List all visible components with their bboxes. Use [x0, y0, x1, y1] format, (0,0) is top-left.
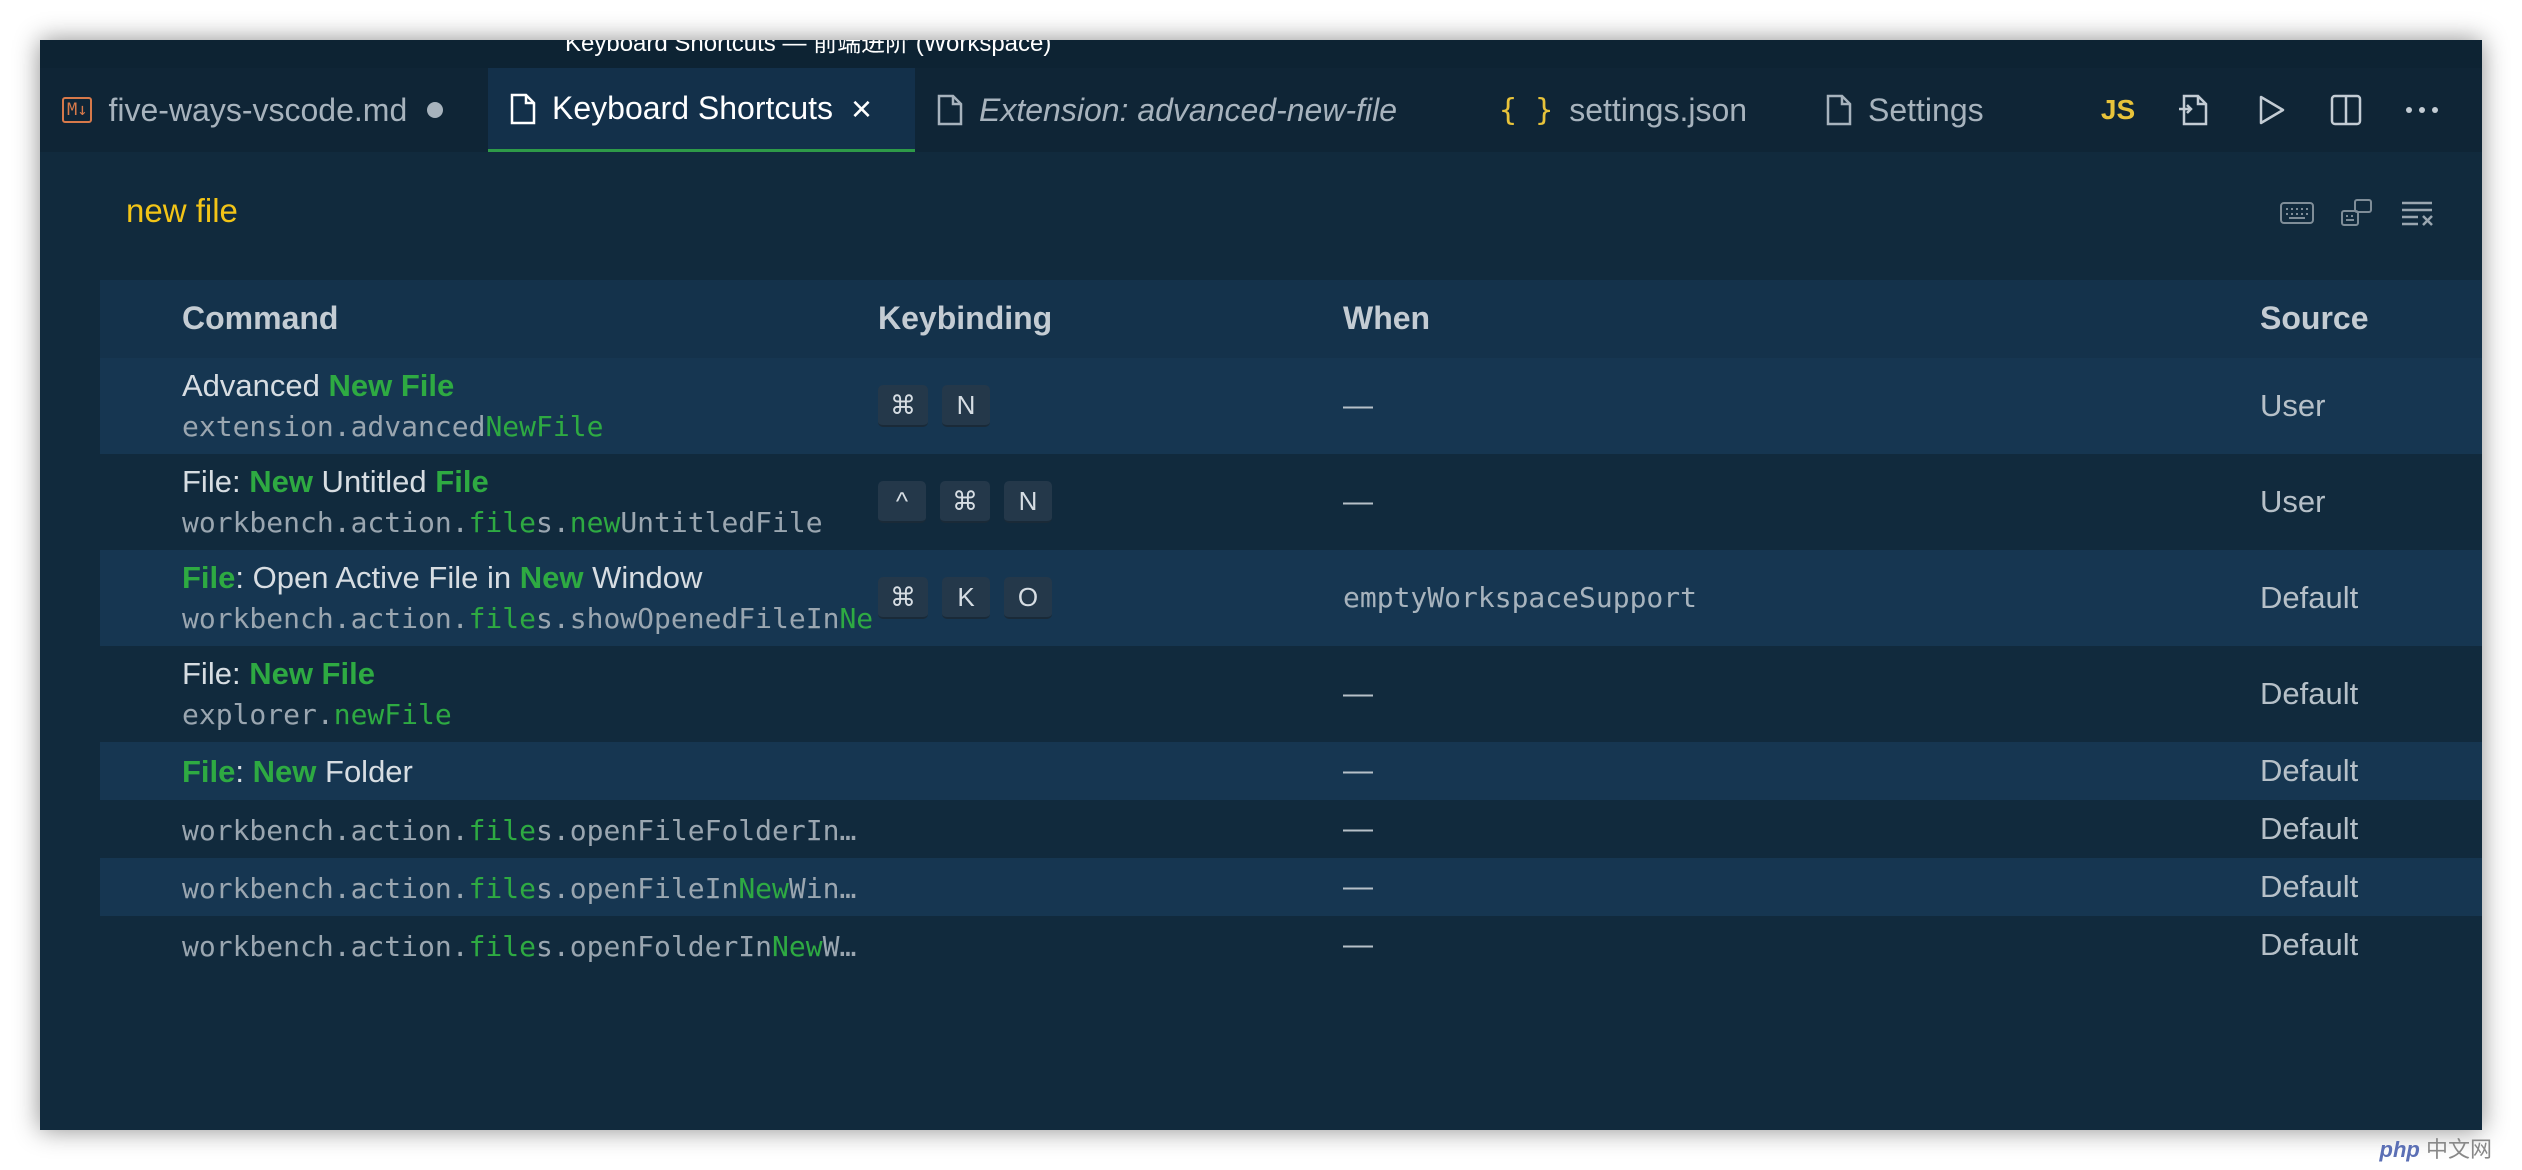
- command-id: explorer.newFile: [182, 698, 452, 731]
- command-id: workbench.action.files.openFileInNewWin…: [182, 872, 856, 905]
- clear-search-icon[interactable]: [2396, 192, 2438, 234]
- when-clause: —: [1343, 928, 1373, 962]
- source-label: Default: [2260, 811, 2358, 847]
- tab-label: Settings: [1868, 92, 1984, 129]
- keyboard-shortcuts-editor: new file Command Keybinding When Source …: [40, 152, 2482, 1130]
- watermark: php 中文网: [2380, 1132, 2492, 1164]
- when-clause: —: [1343, 754, 1373, 788]
- keybinding: ^ ⌘ N: [878, 481, 1052, 523]
- tab-label: Extension: advanced-new-file: [979, 92, 1397, 129]
- source-label: Default: [2260, 580, 2358, 616]
- table-row[interactable]: File: New File explorer.newFile — Default: [100, 646, 2482, 742]
- table-header: Command Keybinding When Source: [100, 280, 2482, 358]
- command-title: Advanced New File: [182, 368, 454, 404]
- command-id: workbench.action.files.showOpenedFileInN…: [182, 602, 872, 635]
- search-tools: [2276, 192, 2438, 234]
- source-label: Default: [2260, 927, 2358, 963]
- key-cap: ⌘: [940, 481, 990, 523]
- table-row[interactable]: Advanced New File extension.advancedNewFi…: [100, 358, 2482, 454]
- table-row[interactable]: File: Open Active File in New Window work…: [100, 550, 2482, 646]
- shortcuts-table: Command Keybinding When Source Advanced …: [100, 280, 2482, 974]
- when-clause: —: [1343, 389, 1373, 423]
- key-cap: ^: [878, 481, 926, 523]
- column-command[interactable]: Command: [182, 300, 338, 337]
- table-row[interactable]: workbench.action.files.openFileInNewWin……: [100, 858, 2482, 916]
- open-file-icon[interactable]: [2156, 80, 2232, 140]
- source-label: User: [2260, 388, 2325, 424]
- keyboard-icon[interactable]: [2276, 192, 2318, 234]
- markdown-icon: M↓: [62, 97, 92, 123]
- command-id: workbench.action.files.openFolderInNewW…: [182, 930, 856, 963]
- column-keybinding[interactable]: Keybinding: [878, 300, 1052, 337]
- when-clause: emptyWorkspaceSupport: [1343, 581, 1697, 614]
- key-cap: K: [942, 577, 990, 619]
- tab-markdown-file[interactable]: M↓ five-ways-vscode.md: [40, 68, 488, 152]
- table-row[interactable]: File: New Folder — Default: [100, 742, 2482, 800]
- title-bar: Keyboard Shortcuts — 前端进阶 (Workspace): [40, 40, 2482, 68]
- command-id: workbench.action.files.openFileFolderIn…: [182, 814, 856, 847]
- when-clause: —: [1343, 870, 1373, 904]
- file-icon: [510, 93, 536, 125]
- command-title: File: New File: [182, 656, 375, 692]
- braces-icon: { }: [1499, 93, 1553, 128]
- table-row[interactable]: workbench.action.files.openFileFolderIn……: [100, 800, 2482, 858]
- tab-label: Keyboard Shortcuts: [552, 90, 833, 127]
- vscode-window: Keyboard Shortcuts — 前端进阶 (Workspace) M↓…: [40, 40, 2482, 1130]
- table-body: Advanced New File extension.advancedNewFi…: [100, 358, 2482, 974]
- window-title: Keyboard Shortcuts — 前端进阶 (Workspace): [565, 40, 1051, 57]
- search-input[interactable]: new file: [126, 192, 238, 230]
- tab-settings[interactable]: Settings: [1804, 68, 2084, 152]
- close-icon[interactable]: ×: [851, 91, 872, 127]
- keybinding: ⌘N: [878, 385, 990, 427]
- key-cap: ⌘: [878, 385, 928, 427]
- tab-extension[interactable]: Extension: advanced-new-file: [915, 68, 1477, 152]
- tab-label: five-ways-vscode.md: [108, 92, 407, 129]
- file-icon: [1826, 94, 1852, 126]
- key-cap: N: [1004, 481, 1052, 523]
- column-when[interactable]: When: [1343, 300, 1430, 337]
- command-id: extension.advancedNewFile: [182, 410, 603, 443]
- table-row[interactable]: File: New Untitled File workbench.action.…: [100, 454, 2482, 550]
- tab-label: settings.json: [1569, 92, 1747, 129]
- source-label: Default: [2260, 753, 2358, 789]
- command-title: File: New Folder: [182, 754, 413, 790]
- command-title: File: Open Active File in New Window: [182, 560, 702, 596]
- sort-by-precedence-icon[interactable]: [2336, 192, 2378, 234]
- split-editor-icon[interactable]: [2308, 80, 2384, 140]
- column-source[interactable]: Source: [2260, 300, 2368, 337]
- command-id: workbench.action.files.newUntitledFile: [182, 506, 823, 539]
- when-clause: —: [1343, 812, 1373, 846]
- more-actions-icon[interactable]: [2384, 80, 2460, 140]
- command-title: File: New Untitled File: [182, 464, 489, 500]
- file-icon: [937, 94, 963, 126]
- source-label: User: [2260, 484, 2325, 520]
- unsaved-dot-icon: [427, 102, 443, 118]
- key-cap: O: [1004, 577, 1052, 619]
- editor-actions: JS: [2080, 68, 2482, 152]
- tab-keyboard-shortcuts[interactable]: Keyboard Shortcuts ×: [488, 68, 915, 152]
- table-row[interactable]: workbench.action.files.openFolderInNewW……: [100, 916, 2482, 974]
- source-label: Default: [2260, 869, 2358, 905]
- key-cap: ⌘: [878, 577, 928, 619]
- key-cap: N: [942, 385, 990, 427]
- tab-settings-json[interactable]: { } settings.json: [1477, 68, 1804, 152]
- run-icon[interactable]: [2232, 80, 2308, 140]
- when-clause: —: [1343, 485, 1373, 519]
- when-clause: —: [1343, 677, 1373, 711]
- js-action-button[interactable]: JS: [2080, 80, 2156, 140]
- keybinding: ⌘ KO: [878, 577, 1052, 619]
- source-label: Default: [2260, 676, 2358, 712]
